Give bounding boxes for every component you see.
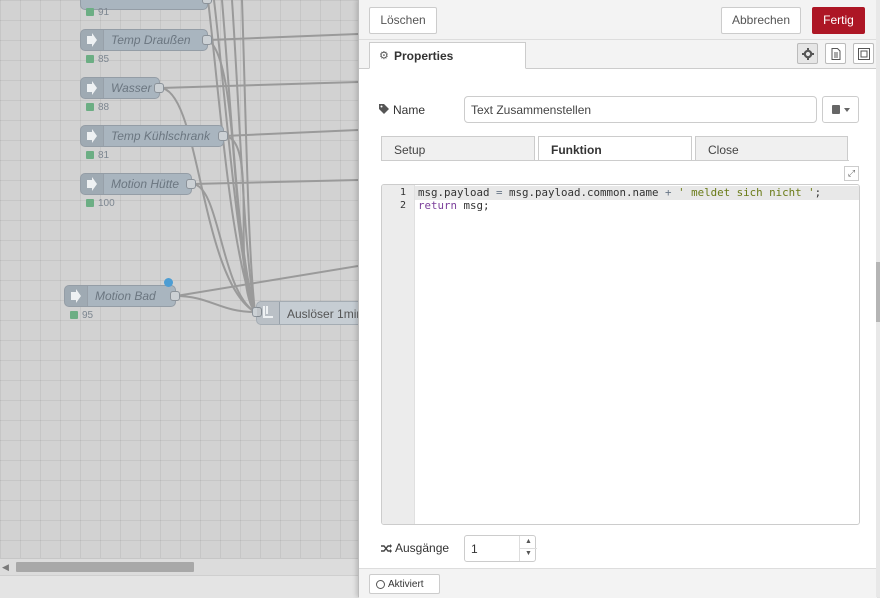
tray-footer: Aktiviert [359, 568, 877, 598]
node-motion-bad[interactable]: Motion Bad [64, 285, 180, 307]
tab-properties[interactable]: ⚙ Properties [369, 42, 526, 69]
node-status: 95 [70, 310, 93, 321]
code-line: msg.payload = msg.payload.common.name + … [418, 186, 822, 199]
node-status: 91 [86, 7, 109, 18]
file-icon [831, 48, 841, 60]
node-status: 88 [86, 102, 109, 113]
output-port[interactable] [154, 83, 164, 93]
enabled-toggle[interactable]: Aktiviert [369, 574, 440, 594]
circle-icon [376, 580, 385, 589]
line-number: 1 [399, 187, 406, 198]
status-dot-icon [86, 103, 94, 111]
scrollbar-thumb[interactable] [16, 562, 194, 572]
arrow-icon [81, 126, 104, 146]
horizontal-scrollbar[interactable]: ◀ [0, 558, 358, 575]
tag-icon [379, 103, 389, 117]
node-status: 85 [86, 54, 109, 65]
name-label: Name [379, 103, 425, 117]
tab-close[interactable]: Close [695, 136, 848, 161]
output-port[interactable] [218, 131, 228, 141]
output-port[interactable] [202, 0, 212, 4]
delete-button[interactable]: Löschen [369, 7, 437, 34]
description-tab-button[interactable] [825, 43, 846, 64]
gear-icon: ⚙ [379, 50, 389, 62]
code-editor[interactable]: 1 2 msg.payload = msg.payload.common.nam… [381, 184, 860, 525]
library-button[interactable] [822, 96, 859, 123]
outputs-label: Ausgänge [381, 541, 449, 555]
shuffle-icon [381, 541, 395, 555]
output-port[interactable] [186, 179, 196, 189]
arrow-icon [81, 174, 104, 194]
tab-funktion[interactable]: Funktion [538, 136, 692, 161]
status-dot-icon [86, 151, 94, 159]
spin-down-icon[interactable]: ▼ [520, 548, 537, 560]
output-port[interactable] [170, 291, 180, 301]
scroll-left-icon[interactable]: ◀ [2, 562, 9, 573]
status-dot-icon [86, 199, 94, 207]
done-button[interactable]: Fertig [812, 7, 865, 34]
arrow-icon [81, 78, 104, 98]
appearance-tab-button[interactable] [853, 43, 874, 64]
trigger-icon [257, 302, 280, 324]
expand-icon[interactable]: ⤢ [844, 166, 859, 181]
output-port[interactable] [202, 35, 212, 45]
name-input[interactable] [464, 96, 817, 123]
line-gutter: 1 2 [382, 185, 415, 524]
gear-icon [802, 48, 814, 60]
tray-tabs: ⚙ Properties [359, 40, 877, 69]
tab-divider [381, 160, 849, 161]
outputs-row: Ausgänge ▲ ▼ [381, 535, 681, 562]
node-motion-huette[interactable]: Motion Hütte [80, 173, 196, 195]
caret-down-icon [844, 108, 850, 112]
status-dot-icon [70, 311, 78, 319]
book-icon [832, 105, 840, 114]
status-dot-icon [86, 8, 94, 16]
node-ausloeser[interactable]: Auslöser 1min [252, 301, 358, 325]
outputs-spinner: ▲ ▼ [519, 536, 537, 561]
tray-header: Löschen Abbrechen Fertig [359, 0, 877, 40]
code-line: return msg; [418, 199, 490, 212]
layout-icon [858, 48, 870, 60]
scrollbar-thumb[interactable] [876, 262, 880, 322]
node-temp-draussen[interactable]: Temp Draußen [80, 29, 212, 51]
wires [159, 0, 358, 313]
node-wasser[interactable]: Wasser [80, 77, 164, 99]
workspace-canvas[interactable]: 91 Temp Draußen 85 Wasser 88 Temp Kühlsc… [0, 0, 358, 575]
settings-tab-button[interactable] [797, 43, 818, 64]
node-temp-kuehlschrank[interactable]: Temp Kühlschrank [80, 125, 228, 147]
node-status: 81 [86, 150, 109, 161]
node-status: 100 [86, 198, 115, 209]
tab-setup[interactable]: Setup [381, 136, 535, 161]
status-dot-icon [86, 55, 94, 63]
name-row: Name [379, 96, 869, 124]
changed-marker [164, 278, 173, 287]
arrow-icon [81, 30, 104, 50]
vertical-scrollbar[interactable] [876, 0, 880, 597]
line-number: 2 [399, 200, 406, 211]
cancel-button[interactable]: Abbrechen [721, 7, 801, 34]
edit-tray: Löschen Abbrechen Fertig ⚙ Properties Na… [358, 0, 877, 598]
arrow-icon [65, 286, 88, 306]
